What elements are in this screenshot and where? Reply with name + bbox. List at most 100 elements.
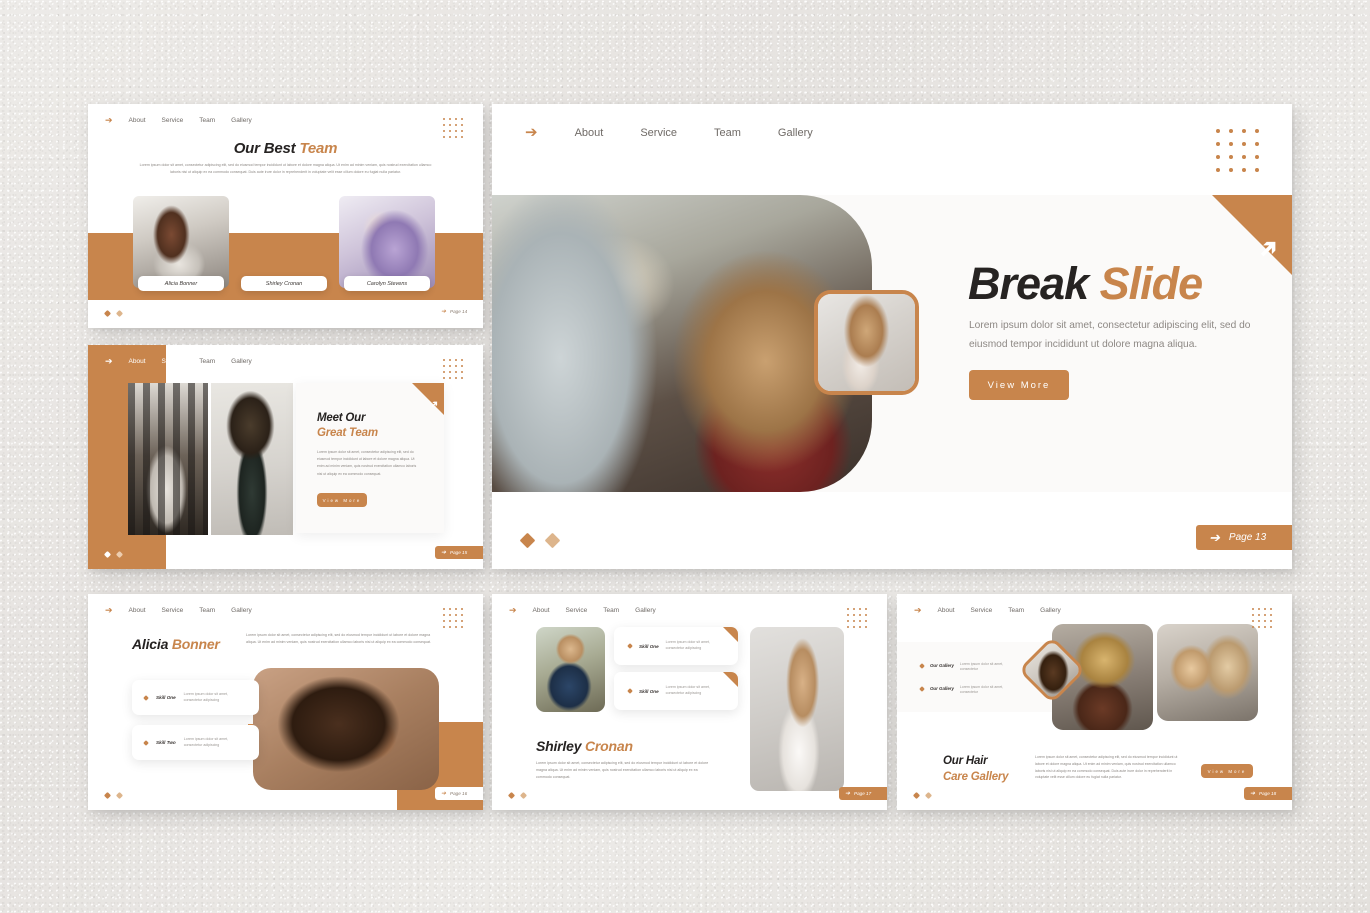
view-more-button[interactable]: View More <box>317 493 367 507</box>
navbar: ➔ About Service Team Gallery <box>105 116 252 125</box>
arrow-right-icon: ➔ <box>441 791 447 797</box>
indicator-dot-active[interactable] <box>103 550 112 559</box>
indicator-dot[interactable] <box>115 309 124 318</box>
nav-item-service[interactable]: Service <box>162 358 184 365</box>
title-accent-part: Great Team <box>317 427 378 440</box>
gallery-list-item-1[interactable]: Our Gallery Lorem ipsum dolor sit amet, … <box>919 662 1004 673</box>
nav-item-team[interactable]: Team <box>714 127 741 139</box>
nav-item-gallery[interactable]: Gallery <box>231 117 252 124</box>
nav-item-service[interactable]: Service <box>566 607 588 614</box>
slide-alicia-bonner[interactable]: ➔ About Service Team Gallery Alicia Bonn… <box>88 594 483 810</box>
member-photo-2[interactable] <box>236 196 332 288</box>
page-badge[interactable]: ➔ Page 16 <box>435 787 483 800</box>
arrow-right-icon: ➔ <box>509 605 517 615</box>
skill-card-2[interactable]: Skill Two Lorem ipsum dolor sit amet, co… <box>132 725 259 760</box>
slide-indicator-dots[interactable] <box>103 791 124 800</box>
skill-card-2[interactable]: Skill One Lorem ipsum dolor sit amet, co… <box>614 672 738 710</box>
indicator-dot[interactable] <box>519 791 528 800</box>
view-more-button[interactable]: View More <box>1201 764 1253 778</box>
page-badge[interactable]: ➔ Page 18 <box>1244 787 1292 800</box>
nav-item-about[interactable]: About <box>129 117 146 124</box>
arrow-right-icon: ➔ <box>105 605 113 615</box>
skill-card-1[interactable]: Skill One Lorem ipsum dolor sit amet, co… <box>132 680 259 715</box>
nav-item-about[interactable]: About <box>575 127 604 139</box>
inset-photo-frame[interactable] <box>814 290 919 395</box>
gallery-list-item-2[interactable]: Our Gallery Lorem ipsum dolor sit amet, … <box>919 685 1004 696</box>
indicator-dot[interactable] <box>115 791 124 800</box>
panel-title: Meet Our Great Team <box>317 411 378 441</box>
indicator-dot-active[interactable] <box>507 791 516 800</box>
member-photo-3[interactable] <box>339 196 435 288</box>
person-title: Alicia Bonner <box>132 636 220 652</box>
nav-item-gallery[interactable]: Gallery <box>635 607 656 614</box>
navbar: ➔ About Service Team Gallery <box>105 606 252 615</box>
indicator-dot-active[interactable] <box>103 791 112 800</box>
nav-item-team[interactable]: Team <box>603 607 619 614</box>
nav-item-about[interactable]: About <box>938 607 955 614</box>
gallery-photo-2[interactable] <box>1157 624 1258 721</box>
page-label: Page 16 <box>450 791 468 796</box>
person-photo-large[interactable] <box>750 627 844 791</box>
nav-item-gallery[interactable]: Gallery <box>778 127 813 139</box>
page-badge[interactable]: ➔ Page 13 <box>1196 525 1292 550</box>
indicator-dot-active[interactable] <box>519 532 536 549</box>
skill-title: Skill One <box>639 643 659 649</box>
salon-photo-right[interactable] <box>211 383 293 535</box>
nav-item-service[interactable]: Service <box>971 607 993 614</box>
corner-arrow-decoration: ➔ <box>412 383 444 415</box>
member-photo-1[interactable] <box>133 196 229 288</box>
page-badge[interactable]: ➔ Page 14 <box>435 305 483 318</box>
page-badge[interactable]: ➔ Page 17 <box>839 787 887 800</box>
nav-item-service[interactable]: Service <box>640 127 677 139</box>
slide-indicator-dots[interactable] <box>103 550 124 559</box>
dot-grid-decoration <box>443 359 463 379</box>
person-photo[interactable] <box>253 668 439 790</box>
indicator-dot[interactable] <box>115 550 124 559</box>
title-accent-part: Care Gallery <box>943 770 1009 783</box>
arrow-right-icon: ➔ <box>914 605 922 615</box>
slide-break[interactable]: ➔ About Service Team Gallery ➔ Break Sli… <box>492 104 1292 569</box>
nav-item-gallery[interactable]: Gallery <box>231 358 252 365</box>
nav-item-about[interactable]: About <box>533 607 550 614</box>
nav-item-service[interactable]: Service <box>162 607 184 614</box>
nav-item-team[interactable]: Team <box>199 358 215 365</box>
slide-indicator-dots[interactable] <box>507 791 528 800</box>
page-label: Page 14 <box>450 309 468 314</box>
nav-item-gallery[interactable]: Gallery <box>1040 607 1061 614</box>
nav-item-about[interactable]: About <box>129 358 146 365</box>
inset-photo <box>818 294 915 391</box>
member-name: Alicia Bonner <box>164 280 198 287</box>
person-photo-small[interactable] <box>536 627 605 712</box>
arrow-right-icon: ➔ <box>105 356 113 366</box>
indicator-dot[interactable] <box>924 791 933 800</box>
nav-item-service[interactable]: Service <box>162 117 184 124</box>
skill-card-1[interactable]: Skill One Lorem ipsum dolor sit amet, co… <box>614 627 738 665</box>
arrow-right-icon: ➔ <box>441 309 447 315</box>
diamond-bullet-icon <box>143 739 149 746</box>
title-accent-part: Cronan <box>585 738 633 754</box>
nav-item-about[interactable]: About <box>129 607 146 614</box>
diamond-bullet-icon <box>919 663 925 669</box>
indicator-dot-active[interactable] <box>912 791 921 800</box>
page-badge[interactable]: ➔ Page 15 <box>435 546 483 559</box>
indicator-dot-active[interactable] <box>103 309 112 318</box>
corner-decoration-1 <box>723 627 738 642</box>
skill-desc: Lorem ipsum dolor sit amet, consectetur … <box>665 640 711 650</box>
slide-indicator-dots[interactable] <box>103 309 124 318</box>
salon-photo-left[interactable] <box>128 383 208 535</box>
view-more-button[interactable]: View More <box>969 370 1069 400</box>
nav-item-team[interactable]: Team <box>199 117 215 124</box>
slide-our-best-team[interactable]: ➔ About Service Team Gallery Our Best Te… <box>88 104 483 328</box>
gallery-paragraph: Lorem ipsum dolor sit amet, consectetur … <box>1035 755 1178 780</box>
slide-indicator-dots[interactable] <box>519 532 561 549</box>
nav-item-gallery[interactable]: Gallery <box>231 607 252 614</box>
slide-hair-care-gallery[interactable]: ➔ About Service Team Gallery Our Gallery… <box>897 594 1292 810</box>
slide-shirley-cronan[interactable]: ➔ About Service Team Gallery Skill One L… <box>492 594 887 810</box>
indicator-dot[interactable] <box>544 532 561 549</box>
nav-item-team[interactable]: Team <box>199 607 215 614</box>
skill-title: Skill One <box>156 695 176 700</box>
member-name: Carolyn Stevens <box>366 280 408 287</box>
nav-item-team[interactable]: Team <box>1008 607 1024 614</box>
slide-indicator-dots[interactable] <box>912 791 933 800</box>
slide-meet-our-great-team[interactable]: ➔ About Service Team Gallery ➔ Meet Our … <box>88 345 483 569</box>
